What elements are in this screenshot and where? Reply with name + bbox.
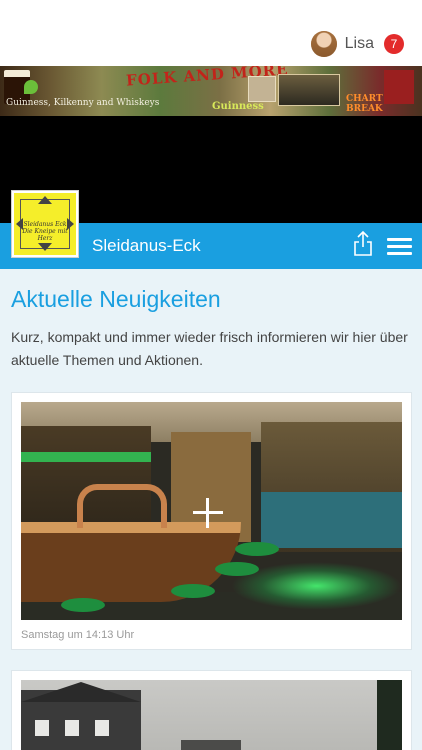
shamrock-icon: [24, 80, 38, 94]
header-banner-image: FOLK AND MORE Guinness, Kilkenny and Whi…: [0, 66, 422, 116]
beer-tap: [77, 484, 167, 528]
site-title[interactable]: Sleidanus-Eck: [92, 236, 201, 256]
username-label[interactable]: Lisa: [345, 35, 374, 53]
banner-drinks-text: Guinness, Kilkenny and Whiskeys: [6, 98, 160, 108]
page-title: Aktuelle Neuigkeiten: [11, 286, 221, 312]
post-date: Samstag um 14:13 Uhr: [21, 629, 135, 641]
news-image[interactable]: [21, 680, 402, 750]
news-card[interactable]: Samstag um 14:13 Uhr: [11, 392, 412, 650]
user-menu[interactable]: Lisa 7: [310, 30, 404, 58]
logo-text: Sleidanus Eck Die Kneipe mit Herz: [22, 221, 68, 242]
share-icon[interactable]: [352, 230, 374, 256]
arrow-up-icon: [38, 196, 52, 204]
avatar[interactable]: [310, 31, 337, 57]
banner-band-photo: [278, 74, 340, 106]
notification-badge[interactable]: 7: [384, 34, 404, 54]
top-bar: Lisa 7: [0, 0, 422, 66]
hamburger-menu-icon[interactable]: [387, 238, 412, 256]
intro-text: Kurz, kompakt und immer wieder frisch in…: [11, 329, 408, 368]
news-card[interactable]: [11, 670, 412, 750]
banner-small-caption: Guinness: [212, 101, 264, 112]
banner-photo: [248, 76, 276, 102]
banner-chart-caption: CHART BREAK: [346, 94, 383, 114]
expand-plus-icon[interactable]: [193, 498, 223, 528]
arrow-down-icon: [38, 243, 52, 251]
site-logo[interactable]: Sleidanus Eck Die Kneipe mit Herz: [11, 190, 79, 258]
news-image[interactable]: [21, 402, 402, 620]
